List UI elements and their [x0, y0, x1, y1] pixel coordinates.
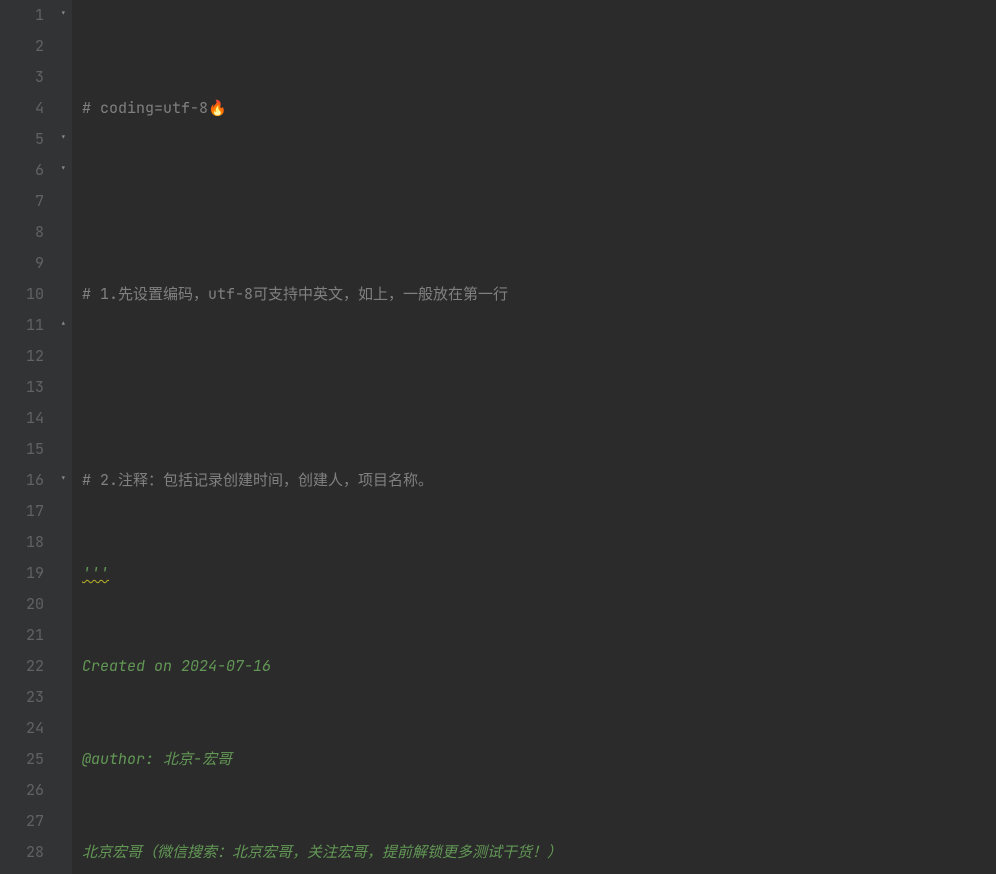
fold-marker-icon[interactable]: ▾ — [60, 165, 69, 174]
line-number[interactable]: 6 — [0, 155, 44, 186]
fold-marker-icon[interactable]: ▾ — [60, 475, 69, 484]
line-number[interactable]: 26 — [0, 775, 44, 806]
code-line[interactable]: # 1.先设置编码，utf-8可支持中英文，如上，一般放在第一行 — [82, 279, 996, 310]
line-number[interactable]: 10 — [0, 279, 44, 310]
line-number[interactable]: 13 — [0, 372, 44, 403]
code-line[interactable]: ''' — [82, 558, 996, 589]
line-number[interactable]: 15 — [0, 434, 44, 465]
docstring-text: Created on 2024-07-16 — [82, 651, 271, 682]
line-number[interactable]: 11 — [0, 310, 44, 341]
fire-icon: 🔥 — [208, 93, 227, 124]
docstring-text: @author: 北京-宏哥 — [82, 744, 232, 775]
line-number[interactable]: 19 — [0, 558, 44, 589]
fold-marker-icon[interactable]: ▾ — [60, 10, 69, 19]
line-number-gutter: 1 2 3 4 5 6 7 8 9 10 11 12 13 14 15 16 1… — [0, 0, 58, 874]
line-number[interactable]: 1 — [0, 0, 44, 31]
line-number[interactable]: 23 — [0, 682, 44, 713]
line-number[interactable]: 7 — [0, 186, 44, 217]
code-line[interactable]: # 2.注释：包括记录创建时间，创建人，项目名称。 — [82, 465, 996, 496]
fold-marker-icon[interactable]: ▴ — [60, 320, 69, 329]
line-number[interactable]: 17 — [0, 496, 44, 527]
line-number[interactable]: 25 — [0, 744, 44, 775]
code-line[interactable] — [82, 186, 996, 217]
line-number[interactable]: 14 — [0, 403, 44, 434]
line-number[interactable]: 8 — [0, 217, 44, 248]
line-number[interactable]: 21 — [0, 620, 44, 651]
line-number[interactable]: 5 — [0, 124, 44, 155]
comment-text: # coding=utf-8 — [82, 93, 208, 124]
code-editor[interactable]: # coding=utf-8🔥 # 1.先设置编码，utf-8可支持中英文，如上… — [72, 0, 996, 874]
fold-column: ▾ ▾ ▾ ▴ ▾ — [58, 0, 72, 874]
code-line[interactable] — [82, 372, 996, 403]
code-line[interactable]: Created on 2024-07-16 — [82, 651, 996, 682]
docstring-text: ''' — [82, 558, 109, 589]
code-line[interactable]: 北京宏哥（微信搜索：北京宏哥，关注宏哥，提前解锁更多测试干货！） — [82, 837, 996, 868]
line-number[interactable]: 9 — [0, 248, 44, 279]
line-number[interactable]: 20 — [0, 589, 44, 620]
line-number[interactable]: 18 — [0, 527, 44, 558]
line-number[interactable]: 24 — [0, 713, 44, 744]
line-number[interactable]: 3 — [0, 62, 44, 93]
line-number[interactable]: 22 — [0, 651, 44, 682]
line-number[interactable]: 4 — [0, 93, 44, 124]
comment-text: # 2.注释：包括记录创建时间，创建人，项目名称。 — [82, 465, 433, 496]
line-number[interactable]: 27 — [0, 806, 44, 837]
fold-marker-icon[interactable]: ▾ — [60, 134, 69, 143]
line-number[interactable]: 2 — [0, 31, 44, 62]
line-number[interactable]: 28 — [0, 837, 44, 868]
code-line[interactable]: @author: 北京-宏哥 — [82, 744, 996, 775]
line-number[interactable]: 12 — [0, 341, 44, 372]
docstring-text: 北京宏哥（微信搜索：北京宏哥，关注宏哥，提前解锁更多测试干货！） — [82, 837, 562, 868]
line-number[interactable]: 16 — [0, 465, 44, 496]
code-line[interactable]: # coding=utf-8🔥 — [82, 93, 996, 124]
comment-text: # 1.先设置编码，utf-8可支持中英文，如上，一般放在第一行 — [82, 279, 508, 310]
